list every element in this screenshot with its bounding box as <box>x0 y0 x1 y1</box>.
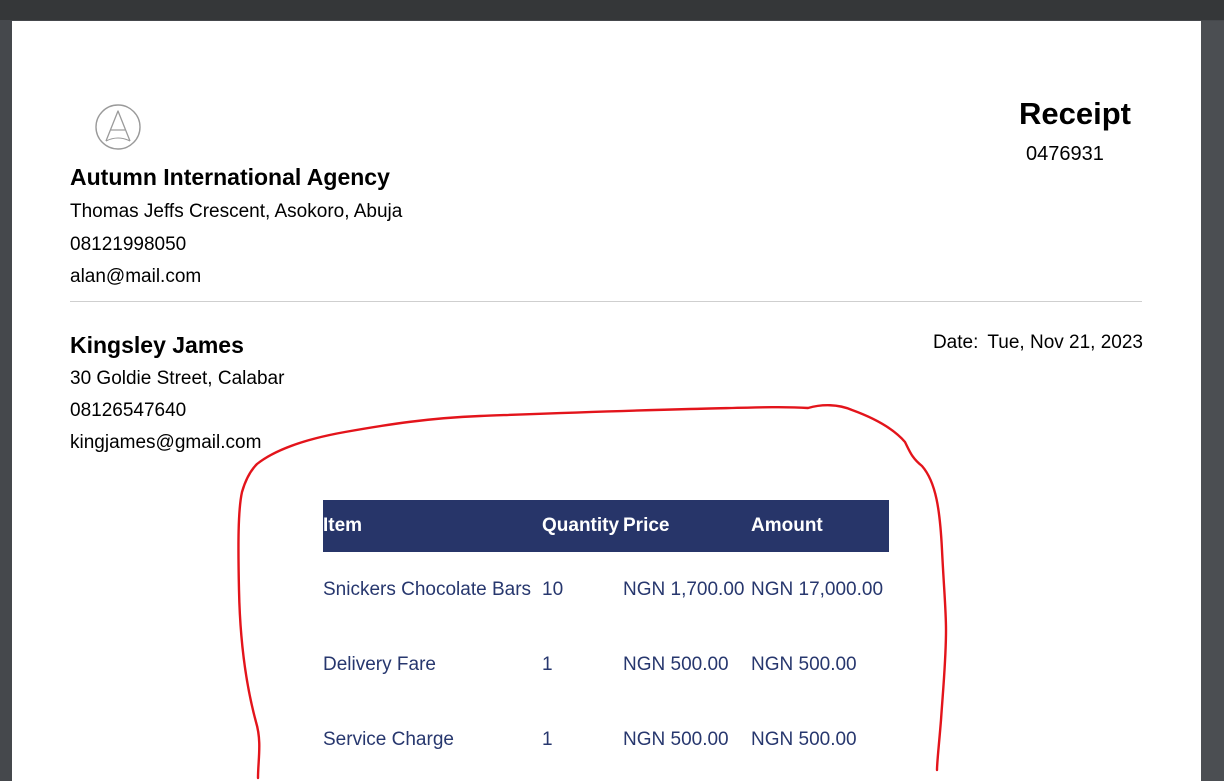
cell-quantity: 10 <box>542 578 564 600</box>
sender-email: alan@mail.com <box>70 266 202 287</box>
section-divider <box>70 301 1142 302</box>
cell-price: NGN 500.00 <box>623 653 729 675</box>
sender-address: Thomas Jeffs Crescent, Asokoro, Abuja <box>70 201 403 222</box>
cell-amount: NGN 500.00 <box>751 728 857 750</box>
table-row: Snickers Chocolate Bars 10 NGN 1,700.00 … <box>323 552 889 627</box>
receipt-number: 0476931 <box>1026 143 1104 165</box>
cell-quantity: 1 <box>542 728 553 750</box>
cell-price: NGN 1,700.00 <box>623 578 745 600</box>
recipient-email: kingjames@gmail.com <box>70 432 262 453</box>
column-header-item: Item <box>323 500 542 552</box>
table-row: Service Charge 1 NGN 500.00 NGN 500.00 <box>323 702 889 777</box>
company-logo-icon <box>95 104 141 150</box>
cell-item: Snickers Chocolate Bars <box>323 578 532 600</box>
cell-amount: NGN 500.00 <box>751 653 857 675</box>
viewer-scrollbar-track[interactable] <box>1201 21 1224 781</box>
receipt-page: Receipt 0476931 Autumn International Age… <box>12 21 1201 781</box>
cell-item: Service Charge <box>323 728 454 750</box>
viewer-top-bar <box>0 0 1224 20</box>
cell-item: Delivery Fare <box>323 653 436 675</box>
sender-name: Autumn International Agency <box>70 164 390 190</box>
recipient-phone: 08126547640 <box>70 400 187 421</box>
receipt-date: Date: Tue, Nov 21, 2023 <box>933 332 1143 354</box>
recipient-address: 30 Goldie Street, Calabar <box>70 368 285 389</box>
table-row: Delivery Fare 1 NGN 500.00 NGN 500.00 <box>323 627 889 702</box>
cell-amount: NGN 17,000.00 <box>751 578 884 600</box>
cell-quantity: 1 <box>542 653 553 675</box>
column-header-quantity: Quantity <box>542 500 623 552</box>
date-value: Tue, Nov 21, 2023 <box>987 332 1143 353</box>
cell-price: NGN 500.00 <box>623 728 729 750</box>
recipient-name: Kingsley James <box>70 332 244 358</box>
date-label: Date: <box>932 332 979 353</box>
column-header-price: Price <box>623 500 751 552</box>
table-header-row: Item Quantity Price Amount <box>323 500 889 552</box>
items-table: Item Quantity Price Amount Snickers Choc… <box>323 500 889 777</box>
receipt-title: Receipt <box>1019 96 1131 131</box>
sender-phone: 08121998050 <box>70 234 187 255</box>
column-header-amount: Amount <box>751 500 889 552</box>
